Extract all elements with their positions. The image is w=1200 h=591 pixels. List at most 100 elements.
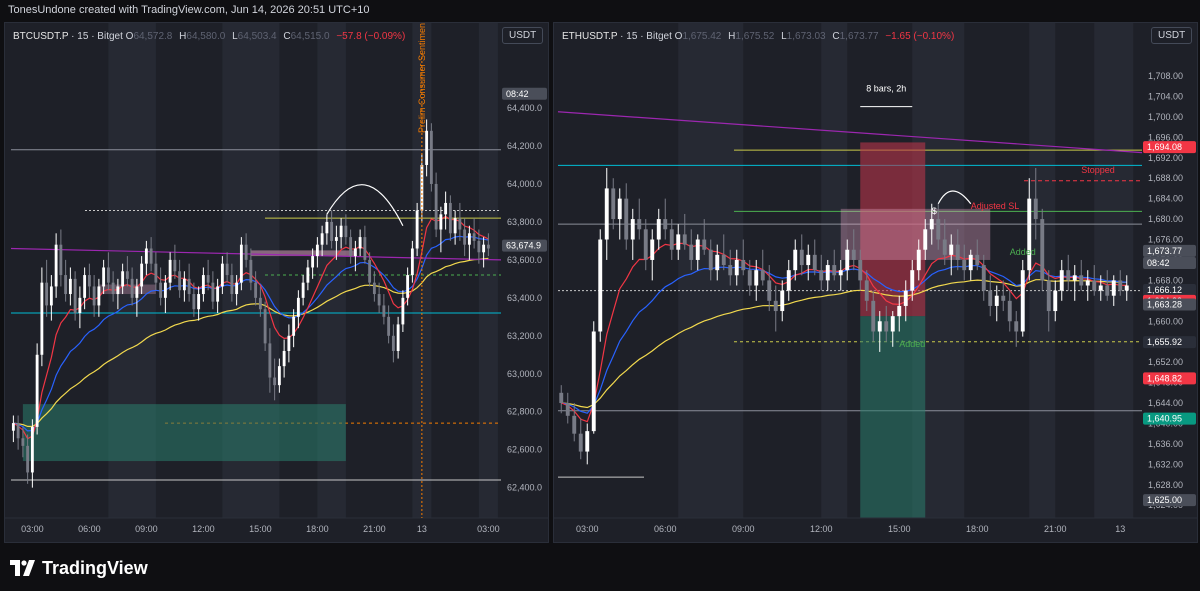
eth-interval[interactable]: 15 xyxy=(626,31,637,42)
session-shade xyxy=(478,23,498,518)
candle-body xyxy=(59,244,63,276)
eth-open: 1,675.42 xyxy=(682,31,722,42)
candle-body xyxy=(656,219,661,240)
candle-body xyxy=(1007,300,1012,322)
candle-body xyxy=(287,335,291,351)
candle-body xyxy=(702,239,707,250)
candle-body xyxy=(482,244,486,253)
candle-body xyxy=(1027,198,1032,271)
candle-body xyxy=(368,259,372,283)
btc-symbol[interactable]: BTCUSDT.P xyxy=(13,31,68,42)
price-tag-label: 1,640.95 xyxy=(1147,414,1182,424)
candle-body xyxy=(178,271,182,291)
candle-body xyxy=(1001,295,1006,301)
x-tick-label: 12:00 xyxy=(192,524,215,534)
candle-body xyxy=(306,267,310,283)
btc-low-label: L xyxy=(232,31,238,42)
candle-body xyxy=(187,278,191,295)
x-tick-label: 13 xyxy=(1115,524,1125,534)
btc-currency-tag[interactable]: USDT xyxy=(502,27,544,44)
candle-body xyxy=(292,316,296,336)
candle-body xyxy=(168,259,172,283)
measure-label: 8 bars, 2h xyxy=(866,83,906,93)
candle-body xyxy=(192,294,196,310)
candle-body xyxy=(358,237,362,249)
candle-body xyxy=(1020,270,1025,332)
candle-body xyxy=(669,229,674,250)
x-tick-label: 21:00 xyxy=(363,524,386,534)
candle-body xyxy=(429,130,433,184)
btc-chart-canvas[interactable]: 64,400.0 64,200.0 64,000.0 63,800.0 63,600.0… xyxy=(5,23,548,542)
price-tag-label: 1,625.00 xyxy=(1147,495,1182,505)
candle-body xyxy=(254,282,258,298)
candle-body xyxy=(916,249,921,271)
candle-body xyxy=(377,294,381,306)
candle-body xyxy=(425,130,429,165)
eth-symbol[interactable]: ETHUSDT.P xyxy=(562,31,617,42)
y-tick-label: 63,000.0 xyxy=(507,369,542,379)
candle-body xyxy=(910,270,915,291)
candle-body xyxy=(715,254,720,271)
price-tag-label: 1,648.82 xyxy=(1147,373,1182,383)
eth-chart-canvas[interactable]: 1,708.00 1,704.00 1,700.00 1,696.00 1,692.00… xyxy=(554,23,1197,542)
candle-body xyxy=(439,214,443,230)
price-tag-label: 08:42 xyxy=(1147,258,1170,268)
candle-body xyxy=(611,188,616,220)
eth-chart-panel[interactable]: 1,708.00 1,704.00 1,700.00 1,696.00 1,692.00… xyxy=(553,22,1198,543)
candle-body xyxy=(695,239,700,260)
btc-exchange: Bitget xyxy=(97,31,123,42)
candle-body xyxy=(624,198,629,240)
candle-body xyxy=(1118,280,1123,291)
candle-body xyxy=(1033,198,1038,220)
candle-body xyxy=(1105,285,1110,296)
y-tick-label: 1,652.00 xyxy=(1148,357,1183,367)
y-tick-label: 1,632.00 xyxy=(1148,459,1183,469)
candle-body xyxy=(387,316,391,336)
eth-currency-tag[interactable]: USDT xyxy=(1151,27,1193,44)
candle-body xyxy=(453,218,457,234)
candle-body xyxy=(448,202,452,234)
candle-body xyxy=(16,423,20,439)
candle-body xyxy=(799,249,804,266)
tradingview-brand[interactable]: TradingView xyxy=(10,556,148,580)
candle-body xyxy=(598,239,603,332)
candle-body xyxy=(135,286,139,298)
candle-body xyxy=(728,265,733,276)
y-tick-label: 1,628.00 xyxy=(1148,480,1183,490)
btc-interval[interactable]: 15 xyxy=(77,31,88,42)
candle-body xyxy=(311,256,315,268)
candle-body xyxy=(130,278,134,298)
y-tick-label: 63,600.0 xyxy=(507,255,542,265)
candle-body xyxy=(786,270,791,291)
btc-chart-panel[interactable]: 64,400.0 64,200.0 64,000.0 63,800.0 63,600.0… xyxy=(4,22,549,543)
candle-body xyxy=(708,249,713,271)
candle-body xyxy=(897,305,902,317)
candle-body xyxy=(806,254,811,266)
candle-body xyxy=(415,210,419,249)
x-tick-label: 15:00 xyxy=(249,524,272,534)
candle-body xyxy=(1111,280,1116,296)
btc-legend: BTCUSDT.P · 15 · Bitget O64,572.8 H64,58… xyxy=(13,31,406,42)
x-tick-label: 21:00 xyxy=(1044,524,1067,534)
candle-body xyxy=(111,282,115,295)
y-tick-label: 63,800.0 xyxy=(507,217,542,227)
candle-body xyxy=(83,275,87,298)
candle-body xyxy=(767,280,772,301)
candle-body xyxy=(936,219,941,240)
candle-body xyxy=(923,229,928,250)
candle-body xyxy=(1059,270,1064,291)
candle-body xyxy=(486,244,490,249)
y-tick-label: 1,668.00 xyxy=(1148,275,1183,285)
y-tick-label: 1,684.00 xyxy=(1148,194,1183,204)
candle-body xyxy=(617,198,622,220)
y-tick-label: 63,200.0 xyxy=(507,331,542,341)
candle-body xyxy=(391,335,395,351)
candle-body xyxy=(201,275,205,295)
candle-body xyxy=(1085,280,1090,286)
candle-body xyxy=(676,234,681,250)
eth-low-label: L xyxy=(781,31,787,42)
candle-body xyxy=(239,244,243,283)
candle-body xyxy=(721,254,726,266)
candle-body xyxy=(1098,285,1103,291)
candle-body xyxy=(637,219,642,230)
